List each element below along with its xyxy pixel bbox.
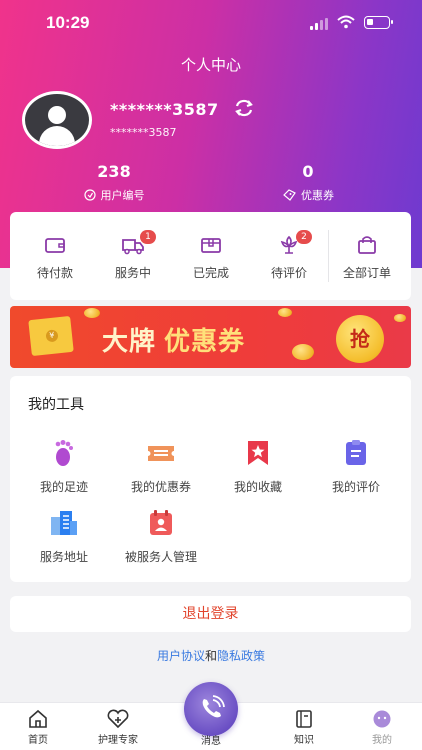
- page-title: 个人中心: [180, 56, 241, 74]
- logout-button[interactable]: 退出登录: [10, 596, 411, 632]
- tool-favorites[interactable]: 我的收藏: [208, 438, 308, 495]
- tab-mine[interactable]: 我的: [344, 709, 420, 746]
- avatar[interactable]: [22, 91, 92, 149]
- tool-label: 服务地址: [39, 550, 88, 564]
- building-icon: [51, 511, 77, 535]
- stat-coupons[interactable]: 0 优惠券: [262, 162, 354, 203]
- clipboard-icon: [346, 440, 366, 465]
- divider: [328, 230, 329, 282]
- battery-icon: [364, 16, 393, 29]
- bookmark-star-icon: [248, 441, 268, 465]
- grab-button[interactable]: 抢: [336, 315, 384, 363]
- badge: 1: [140, 230, 156, 244]
- refresh-icon[interactable]: [234, 99, 254, 117]
- tab-label: 消息: [201, 736, 221, 747]
- tool-coupons[interactable]: 我的优惠券: [111, 438, 211, 495]
- order-all[interactable]: 全部订单: [332, 234, 402, 281]
- order-label: 服务中: [114, 266, 151, 280]
- tool-reviews[interactable]: 我的评价: [306, 438, 406, 495]
- user-name: *******3587: [110, 100, 219, 119]
- wifi-icon: [337, 15, 355, 29]
- user-id-text: *******3587: [110, 126, 177, 139]
- phone-icon: [202, 695, 225, 718]
- order-in-service[interactable]: 1 服务中: [98, 230, 168, 281]
- agreement-conj: 和: [204, 649, 217, 663]
- banner-text: 大牌 优惠券: [102, 321, 245, 358]
- book-icon: [296, 710, 312, 728]
- tool-label: 我的评价: [331, 480, 380, 494]
- tool-label: 我的优惠券: [130, 480, 191, 494]
- tool-service-address[interactable]: 服务地址: [14, 508, 114, 565]
- agreement-text: 用户协议和隐私政策: [0, 647, 422, 664]
- coin-decoration: [394, 314, 406, 322]
- tool-label: 被服务人管理: [124, 550, 197, 564]
- order-to-review[interactable]: 2 待评价: [254, 230, 324, 281]
- tool-served-persons[interactable]: 被服务人管理: [111, 508, 211, 565]
- ticket-icon: [283, 189, 296, 201]
- tools-title: 我的工具: [28, 397, 84, 413]
- privacy-policy-link[interactable]: 隐私政策: [217, 649, 265, 663]
- coupon-banner[interactable]: 大牌优惠券 抢: [10, 306, 411, 368]
- wallet-icon: [45, 238, 65, 253]
- tab-home[interactable]: 首页: [0, 709, 76, 746]
- tab-messages-button[interactable]: [184, 682, 238, 736]
- tab-nursing-experts[interactable]: 护理专家: [80, 709, 156, 746]
- red-envelope-icon: [28, 315, 74, 357]
- face-icon: [373, 710, 391, 728]
- stat-label: 优惠券: [301, 189, 334, 202]
- stat-value: 238: [97, 162, 131, 181]
- tab-label: 首页: [28, 735, 48, 746]
- orders-card: 待付款 1 服务中 已完成 2 待评价 全部订单: [10, 212, 411, 300]
- home-icon: [29, 709, 47, 728]
- footprint-icon: [55, 440, 73, 466]
- coin-decoration: [84, 308, 100, 318]
- tab-knowledge[interactable]: 知识: [266, 709, 342, 746]
- user-agreement-link[interactable]: 用户协议: [157, 649, 205, 663]
- tool-label: 我的收藏: [233, 480, 282, 494]
- signal-icon: [310, 18, 328, 30]
- calendar-person-icon: [150, 510, 172, 535]
- tab-label: 知识: [294, 735, 314, 746]
- order-label: 待付款: [36, 266, 73, 280]
- tab-label: 护理专家: [98, 735, 138, 746]
- clock-icon: [83, 189, 96, 201]
- order-label: 全部订单: [342, 266, 391, 280]
- order-completed[interactable]: 已完成: [176, 234, 246, 281]
- coupon-icon: [148, 446, 174, 461]
- bag-icon: [358, 236, 376, 254]
- stat-user-number[interactable]: 238 用户编号: [62, 162, 166, 203]
- status-bar: 10:29: [0, 0, 422, 44]
- banner-text-1: 大牌: [102, 327, 157, 357]
- tab-label: 我的: [372, 735, 392, 746]
- coin-decoration: [292, 344, 314, 360]
- status-time: 10:29: [46, 13, 90, 32]
- box-icon: [201, 238, 221, 253]
- badge: 2: [296, 230, 312, 244]
- tool-footprint[interactable]: 我的足迹: [14, 438, 114, 495]
- tools-card: 我的工具 我的足迹 我的优惠券 我的收藏 我的评价 服务地址 被服务人管理: [10, 376, 411, 582]
- banner-text-2: 优惠券: [164, 327, 246, 357]
- order-pending-payment[interactable]: 待付款: [20, 234, 90, 281]
- heart-plus-icon: [107, 709, 129, 729]
- tool-label: 我的足迹: [39, 480, 88, 494]
- coin-decoration: [278, 308, 292, 317]
- order-label: 已完成: [192, 266, 229, 280]
- order-label: 待评价: [270, 266, 307, 280]
- stat-label: 用户编号: [100, 189, 145, 202]
- stat-value: 0: [302, 162, 314, 181]
